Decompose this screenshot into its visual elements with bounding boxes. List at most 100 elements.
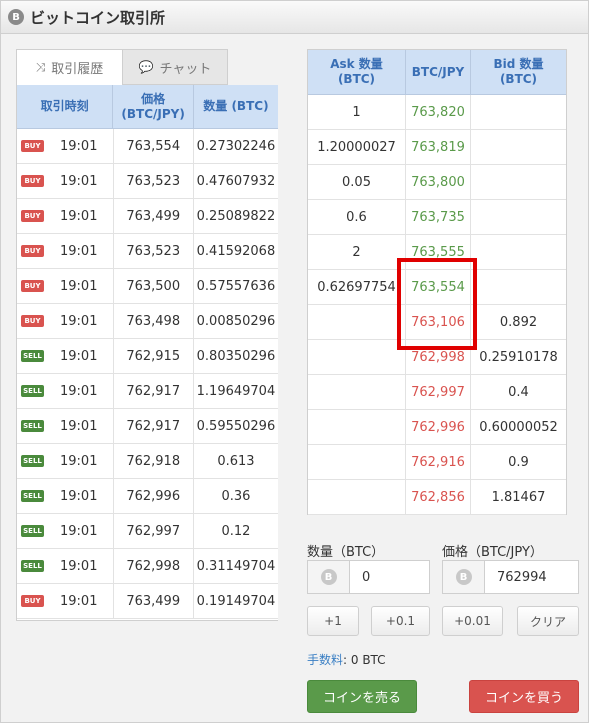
table-row: SELL 19:01 762,917 1.19649704: [17, 374, 278, 409]
book-price[interactable]: 763,800: [406, 165, 471, 199]
book-price[interactable]: 762,996: [406, 410, 471, 444]
trade-qty: 0.47607932: [196, 173, 276, 189]
order-book-row[interactable]: 0.62697754 763,554: [308, 270, 566, 305]
fee-info: 手数料: 0 BTC: [307, 651, 386, 668]
table-row: BUY 19:01 763,498 0.00850296: [17, 304, 278, 339]
trade-time-cell: BUY 19:01: [17, 584, 114, 618]
table-row: BUY 19:01 763,523 0.41592068: [17, 234, 278, 269]
ask-qty: [308, 445, 406, 479]
ask-qty: [308, 410, 406, 444]
qty-input[interactable]: [350, 561, 429, 593]
col-header-btc-jpy: BTC/JPY: [406, 50, 471, 94]
qty-field: B: [307, 560, 430, 594]
order-book-row[interactable]: 762,916 0.9: [308, 445, 566, 480]
trade-price: 762,997: [114, 514, 194, 548]
trade-time-cell: BUY 19:01: [17, 129, 114, 163]
order-book-row[interactable]: 0.6 763,735: [308, 200, 566, 235]
trade-qty: 0.57557636: [196, 278, 276, 294]
trade-time: 19:01: [60, 138, 98, 154]
ask-qty: 0.05: [308, 165, 406, 199]
bid-qty: [471, 165, 566, 199]
bid-qty: 0.25910178: [479, 349, 558, 365]
price-addon: B: [443, 561, 485, 593]
ask-qty: [308, 340, 406, 374]
bid-qty: 0.60000052: [479, 419, 558, 435]
chat-icon: 💬: [138, 60, 154, 74]
bitcoin-icon: B: [320, 569, 337, 585]
book-price[interactable]: 763,106: [406, 305, 471, 339]
trade-history-table[interactable]: 取引時刻 価格 (BTC/JPY) 数量 (BTC) BUY 19:01 763,5…: [16, 85, 278, 621]
trade-qty: 0.31149704: [196, 558, 276, 574]
ask-qty: [308, 480, 406, 514]
book-price[interactable]: 763,735: [406, 200, 471, 234]
qty-plus-1-button[interactable]: +1: [307, 606, 359, 636]
trade-time: 19:01: [60, 313, 98, 329]
ask-qty: [308, 375, 406, 409]
trade-price: 763,498: [114, 304, 194, 338]
price-field: B: [442, 560, 579, 594]
table-row: BUY 19:01 763,523 0.47607932: [17, 164, 278, 199]
order-book-row[interactable]: 762,998 0.25910178: [308, 340, 566, 375]
trade-price: 763,499: [114, 199, 194, 233]
trade-time-cell: SELL 19:01: [17, 479, 114, 513]
trade-price: 762,917: [114, 409, 194, 443]
order-book-row[interactable]: 762,856 1.81467: [308, 480, 566, 515]
book-price[interactable]: 763,819: [406, 130, 471, 164]
trade-history-rows: BUY 19:01 763,554 0.27302246 BUY 19:01 763,523…: [17, 129, 278, 619]
order-book-row[interactable]: 1.20000027 763,819: [308, 130, 566, 165]
trade-price: 762,998: [114, 549, 194, 583]
book-price[interactable]: 762,997: [406, 375, 471, 409]
sell-badge: SELL: [21, 490, 44, 502]
price-plus-0-01-button[interactable]: +0.01: [442, 606, 503, 636]
trade-price: 763,554: [114, 129, 194, 163]
table-row: SELL 19:01 762,917 0.59550296: [17, 409, 278, 444]
bid-qty: [471, 130, 566, 164]
trade-time: 19:01: [60, 348, 98, 364]
book-price[interactable]: 763,820: [406, 95, 471, 129]
table-row: BUY 19:01 763,499 0.19149704: [17, 584, 278, 619]
qty-plus-0-1-button[interactable]: +0.1: [371, 606, 430, 636]
trade-qty: 0.00850296: [196, 313, 276, 329]
trade-qty: 0.36: [221, 488, 251, 504]
trade-time: 19:01: [60, 208, 98, 224]
bid-qty: 0.892: [499, 314, 538, 330]
fee-link[interactable]: 手数料: [307, 653, 343, 667]
trade-qty: 0.80350296: [196, 348, 276, 364]
clear-button[interactable]: クリア: [517, 606, 579, 636]
sell-coin-button[interactable]: コインを売る: [307, 680, 417, 713]
trade-qty: 0.25089822: [196, 208, 276, 224]
trade-time: 19:01: [60, 593, 98, 609]
tab-trade-history[interactable]: ⤨ 取引履歴: [16, 49, 123, 85]
book-price[interactable]: 763,555: [406, 235, 471, 269]
book-price[interactable]: 762,856: [406, 480, 471, 514]
book-price[interactable]: 763,554: [406, 270, 471, 304]
trade-price: 762,996: [114, 479, 194, 513]
book-price[interactable]: 762,998: [406, 340, 471, 374]
book-price[interactable]: 762,916: [406, 445, 471, 479]
price-label: 価格（BTC/JPY）: [442, 545, 543, 560]
buy-badge: BUY: [21, 210, 44, 222]
buy-badge: BUY: [21, 315, 44, 327]
trade-qty: 0.27302246: [196, 138, 276, 154]
qty-label: 数量（BTC）: [307, 545, 385, 560]
order-book-row[interactable]: 1 763,820: [308, 95, 566, 130]
order-book-row[interactable]: 763,106 0.892: [308, 305, 566, 340]
price-input[interactable]: [485, 561, 578, 593]
table-row: SELL 19:01 762,918 0.613: [17, 444, 278, 479]
order-book-row[interactable]: 762,997 0.4: [308, 375, 566, 410]
trade-time: 19:01: [60, 278, 98, 294]
trade-time-cell: SELL 19:01: [17, 409, 114, 443]
bid-qty: 0.4: [508, 384, 529, 400]
order-book-row[interactable]: 0.05 763,800: [308, 165, 566, 200]
tab-label: チャット: [159, 61, 212, 77]
buy-coin-button[interactable]: コインを買う: [469, 680, 579, 713]
trade-time-cell: SELL 19:01: [17, 444, 114, 478]
exchange-window: B ビットコイン取引所 ⤨ 取引履歴 💬 チャット 取引時刻 価格 (BTC/J…: [0, 0, 589, 723]
trade-time-cell: BUY 19:01: [17, 234, 114, 268]
buy-badge: BUY: [21, 140, 44, 152]
order-book-row[interactable]: 762,996 0.60000052: [308, 410, 566, 445]
col-header-ask-qty: Ask 数量 (BTC): [308, 50, 406, 94]
trade-price: 762,918: [114, 444, 194, 478]
tab-chat[interactable]: 💬 チャット: [122, 49, 228, 85]
order-book-row[interactable]: 2 763,555: [308, 235, 566, 270]
